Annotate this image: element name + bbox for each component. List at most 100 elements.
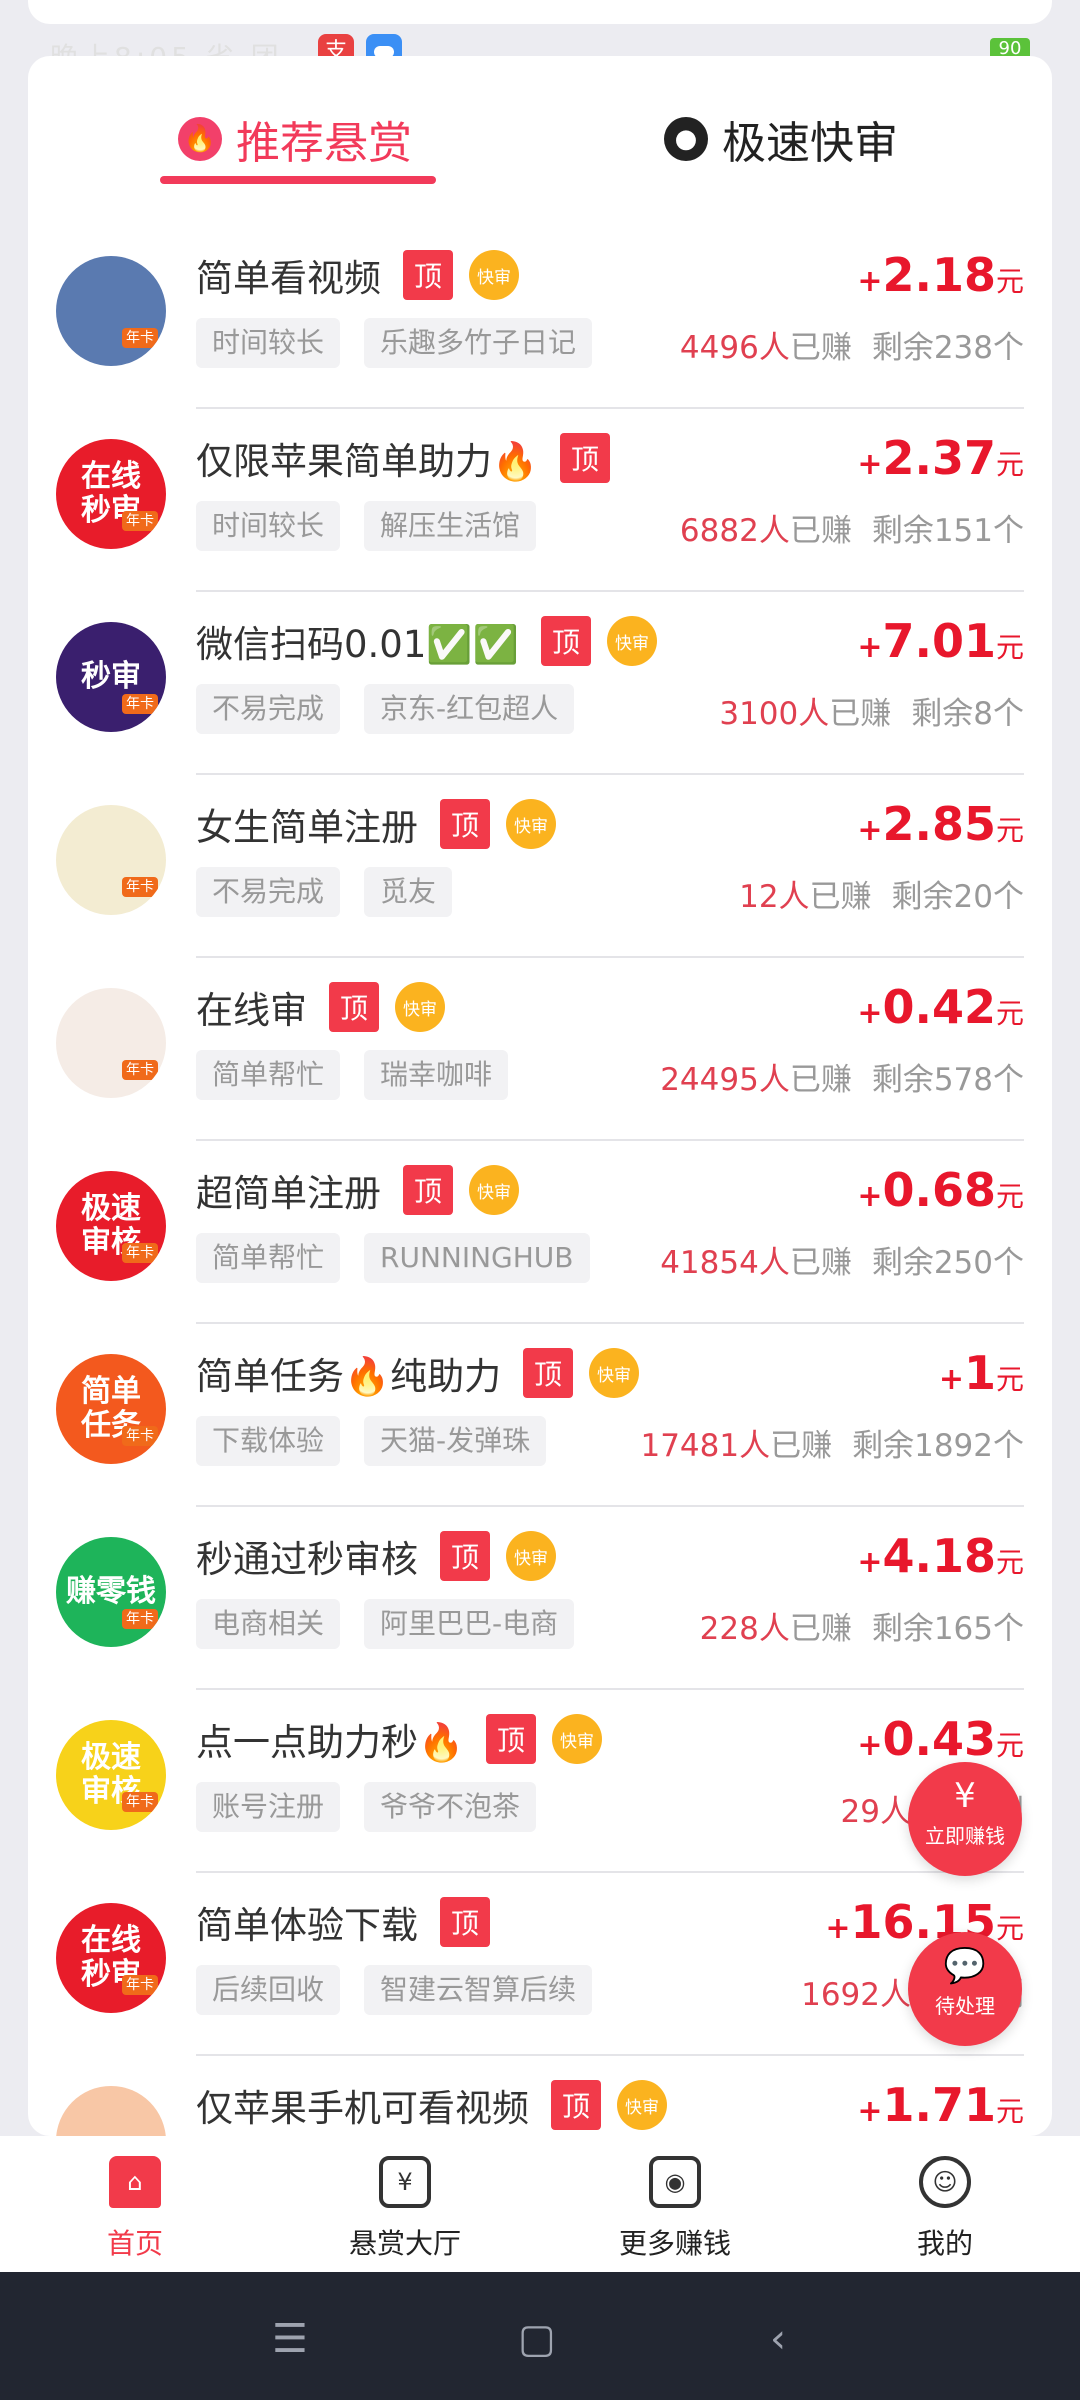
task-stats: 17481人已赚 剩余1892个 bbox=[640, 1420, 1024, 1465]
reward-unit: 元 bbox=[995, 814, 1024, 847]
fast-review-tag: 快审 bbox=[469, 1165, 519, 1215]
yuan-icon: ¥ bbox=[954, 1776, 976, 1816]
task-title: 仅限苹果简单助力🔥 bbox=[196, 440, 539, 483]
earned-count: 6882人 bbox=[679, 513, 790, 549]
task-reward: +7.01元 bbox=[857, 614, 1024, 668]
nav-label: 更多赚钱 bbox=[618, 2227, 731, 2260]
reward-plus: + bbox=[857, 630, 883, 665]
gamepad-icon: ◉ bbox=[649, 2156, 701, 2208]
annual-card-badge: 年卡 bbox=[122, 877, 158, 897]
annual-card-badge: 年卡 bbox=[122, 694, 158, 714]
task-merchant-tag: 瑞幸咖啡 bbox=[364, 1050, 509, 1100]
tab-bar: 🔥 推荐悬赏 ● 极速快审 bbox=[28, 56, 1052, 196]
task-panel: 🔥 推荐悬赏 ● 极速快审 年卡 简单看视频 时间较长 乐趣多竹子日记 +2.18元 44… bbox=[28, 56, 1052, 2136]
bottom-nav: ⌂ 首页 ¥ 悬赏大厅 ◉ 更多赚钱 ☺ 我的 bbox=[0, 2136, 1080, 2272]
earned-count: 1692人 bbox=[801, 1977, 911, 2013]
reward-unit: 元 bbox=[995, 2095, 1024, 2128]
chat-icon: 💬 bbox=[943, 1946, 987, 1986]
pinned-tag: 顶 bbox=[560, 433, 610, 483]
nav-label: 首页 bbox=[106, 2227, 163, 2260]
nav-mine[interactable]: ☺ 我的 bbox=[865, 2146, 1025, 2262]
tab-label: 极速快审 bbox=[722, 118, 898, 169]
earned-count: 17481人 bbox=[640, 1428, 771, 1464]
task-title: 简单任务🔥纯助力 bbox=[196, 1355, 502, 1398]
reward-plus: + bbox=[938, 1362, 964, 1397]
task-category-tag: 简单帮忙 bbox=[196, 1050, 341, 1100]
task-title: 微信扫码0.01✅✅ bbox=[196, 623, 519, 666]
fast-review-tag: 快审 bbox=[589, 1348, 639, 1398]
active-tab-indicator bbox=[160, 176, 436, 184]
nav-reward-hall[interactable]: ¥ 悬赏大厅 bbox=[325, 2146, 485, 2262]
task-item[interactable]: 年卡 简单看视频 时间较长 乐趣多竹子日记 +2.18元 4496人已赚 剩余238个 顶快审 bbox=[28, 226, 1052, 409]
task-reward: +0.68元 bbox=[857, 1163, 1024, 1217]
pinned-tag: 顶 bbox=[403, 250, 453, 300]
reward-plus: + bbox=[857, 1545, 883, 1580]
task-title: 简单看视频 bbox=[196, 257, 381, 300]
yuan-tag-icon: ¥ bbox=[379, 2156, 431, 2208]
earned-suffix: 已赚 bbox=[789, 1611, 852, 1647]
task-item[interactable]: 在线 秒审 年卡 仅限苹果简单助力🔥 时间较长 解压生活馆 +2.37元 6882人已赚 剩余… bbox=[28, 409, 1052, 592]
annual-card-badge: 年卡 bbox=[122, 1060, 158, 1080]
pending-button[interactable]: 💬 待处理 bbox=[908, 1932, 1022, 2046]
fast-review-tag: 快审 bbox=[506, 799, 556, 849]
reward-unit: 元 bbox=[995, 1729, 1024, 1762]
task-item[interactable]: 极速 审核 年卡 超简单注册 简单帮忙 RUNNINGHUB +0.68元 41854人已赚… bbox=[28, 1141, 1052, 1324]
reward-plus: + bbox=[857, 2094, 883, 2129]
system-nav-bar: ☰ ▢ ‹ bbox=[0, 2272, 1080, 2400]
tab-label: 推荐悬赏 bbox=[236, 118, 412, 169]
tab-recommended[interactable]: 🔥 推荐悬赏 bbox=[178, 104, 412, 174]
home-square-icon[interactable]: ▢ bbox=[518, 2316, 556, 2362]
task-item[interactable]: 在线 秒审年卡简单体验下载后续回收智建云智算后续+16.15元1692人已赚剩顶 bbox=[28, 1873, 1052, 2056]
task-item[interactable]: 秒审 年卡 微信扫码0.01✅✅ 不易完成 京东-红包超人 +7.01元 3100人已赚 剩余… bbox=[28, 592, 1052, 775]
task-avatar: 简单 任务 年卡 bbox=[56, 1354, 166, 1464]
earn-now-button[interactable]: ¥ 立即赚钱 bbox=[908, 1762, 1022, 1876]
task-item[interactable]: 简单 任务 年卡 简单任务🔥纯助力 下载体验 天猫-发弹珠 +1元 17481人已赚 剩余18… bbox=[28, 1324, 1052, 1507]
fast-review-tag: 快审 bbox=[607, 616, 657, 666]
task-item[interactable]: 年卡仅苹果手机可看视频 +1.71元 顶快审 bbox=[28, 2056, 1052, 2136]
task-merchant-tag: 爷爷不泡茶 bbox=[364, 1782, 537, 1832]
task-item[interactable]: 极速 审核年卡点一点助力秒🔥账号注册爷爷不泡茶+0.43元29人已赚剩顶快审 bbox=[28, 1690, 1052, 1873]
task-reward: +4.18元 bbox=[857, 1529, 1024, 1583]
reward-amount: 2.85 bbox=[882, 797, 996, 851]
reward-plus: + bbox=[857, 1728, 883, 1763]
reward-amount: 2.37 bbox=[882, 431, 996, 485]
avatar-text: 秒审 bbox=[81, 659, 141, 694]
remaining-count: 剩余151个 bbox=[871, 513, 1024, 549]
task-avatar: 年卡 bbox=[56, 988, 166, 1098]
reward-unit: 元 bbox=[995, 1546, 1024, 1579]
pinned-tag: 顶 bbox=[541, 616, 591, 666]
back-icon[interactable]: ‹ bbox=[770, 2316, 786, 2362]
pinned-tag: 顶 bbox=[486, 1714, 536, 1764]
task-stats: 3100人已赚 剩余8个 bbox=[719, 688, 1024, 733]
task-stats: 4496人已赚 剩余238个 bbox=[680, 322, 1024, 367]
earned-count: 24495人 bbox=[660, 1062, 790, 1098]
annual-card-badge: 年卡 bbox=[122, 1792, 158, 1812]
nav-more-earn[interactable]: ◉ 更多赚钱 bbox=[595, 2146, 755, 2262]
pinned-tag: 顶 bbox=[440, 1897, 490, 1947]
task-merchant-tag: 解压生活馆 bbox=[364, 501, 537, 551]
task-list: 年卡 简单看视频 时间较长 乐趣多竹子日记 +2.18元 4496人已赚 剩余238个顶快审… bbox=[28, 226, 1052, 2136]
task-category-tag: 电商相关 bbox=[196, 1599, 341, 1649]
reward-amount: 2.18 bbox=[882, 248, 996, 302]
person-icon: ● bbox=[664, 117, 708, 161]
annual-card-badge: 年卡 bbox=[122, 1243, 158, 1263]
reward-amount: 0.43 bbox=[882, 1712, 996, 1766]
menu-icon[interactable]: ☰ bbox=[272, 2316, 308, 2362]
task-title: 超简单注册 bbox=[196, 1172, 381, 1215]
fast-review-tag: 快审 bbox=[506, 1531, 556, 1581]
nav-home[interactable]: ⌂ 首页 bbox=[55, 2146, 215, 2262]
remaining-count: 剩余20个 bbox=[891, 879, 1024, 915]
task-item[interactable]: 年卡 女生简单注册 不易完成 觅友 +2.85元 12人已赚 剩余20个 顶快审 bbox=[28, 775, 1052, 958]
avatar-text: 赚零钱 bbox=[66, 1574, 156, 1609]
task-avatar: 年卡 bbox=[56, 2086, 166, 2136]
reward-plus: + bbox=[857, 1179, 883, 1214]
task-avatar: 秒审 年卡 bbox=[56, 622, 166, 732]
task-item[interactable]: 年卡 在线审 简单帮忙 瑞幸咖啡 +0.42元 24495人已赚 剩余578个 顶快审 bbox=[28, 958, 1052, 1141]
tab-fast-review[interactable]: ● 极速快审 bbox=[664, 104, 898, 174]
pinned-tag: 顶 bbox=[440, 799, 490, 849]
earned-count: 29人 bbox=[840, 1794, 911, 1830]
task-reward: +2.85元 bbox=[857, 797, 1024, 851]
task-item[interactable]: 赚零钱 年卡 秒通过秒审核 电商相关 阿里巴巴-电商 +4.18元 228人已赚 剩余165个… bbox=[28, 1507, 1052, 1690]
task-title: 简单体验下载 bbox=[196, 1904, 418, 1947]
task-stats: 24495人已赚 剩余578个 bbox=[660, 1054, 1024, 1099]
